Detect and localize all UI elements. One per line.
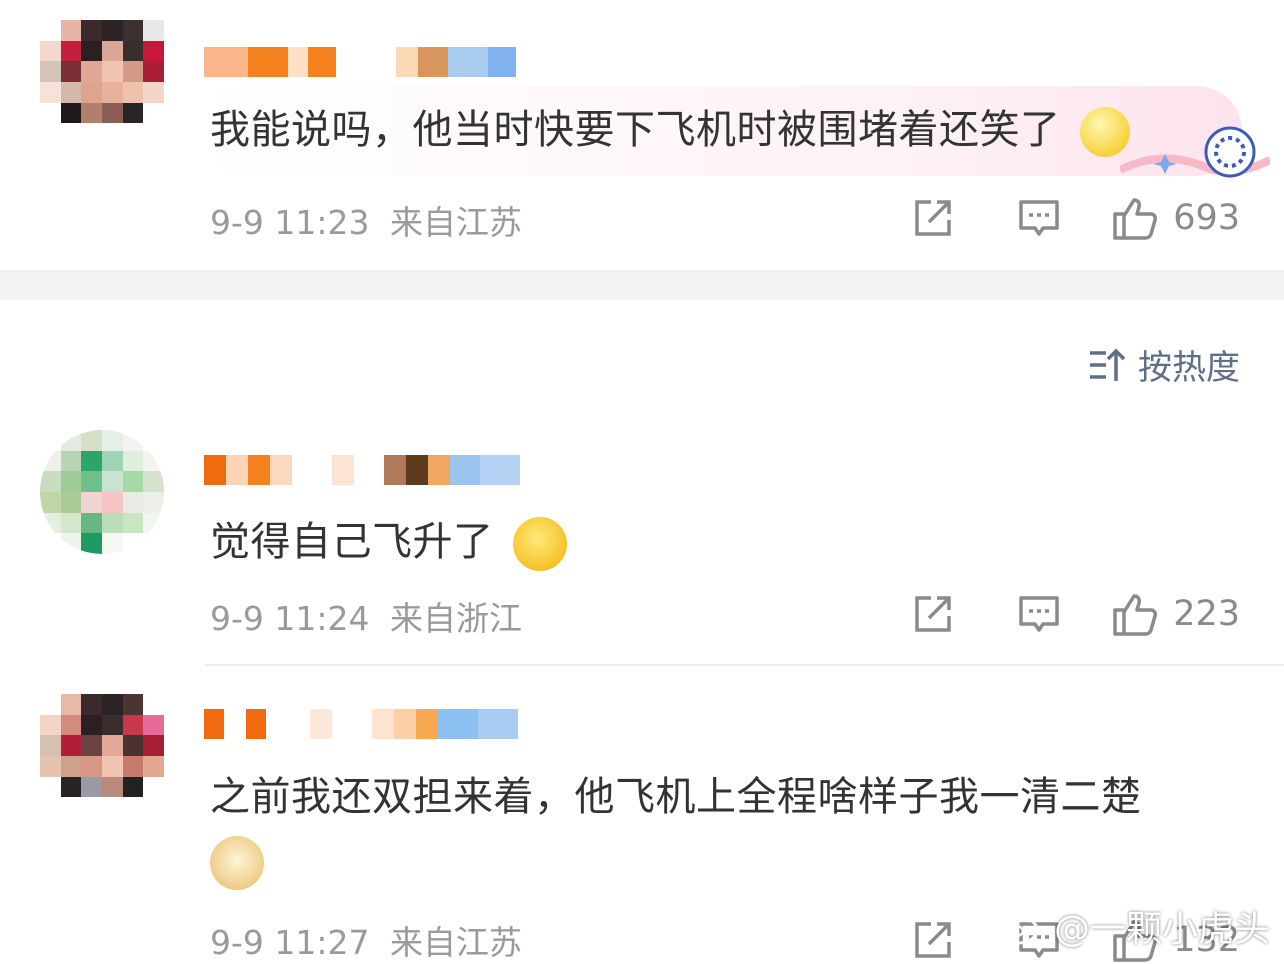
thumbs-up-icon (1113, 594, 1158, 636)
username-redacted[interactable] (204, 450, 520, 490)
share-icon[interactable] (911, 918, 955, 962)
thumbs-up-icon (1113, 198, 1158, 240)
comment-time: 9-9 11:24 (210, 599, 370, 638)
comment-text: 觉得自己飞升了 (210, 514, 567, 571)
bubble-decoration (1120, 126, 1270, 178)
section-divider (0, 270, 1284, 300)
like-count: 693 (1173, 198, 1240, 238)
comment-icon[interactable] (1017, 592, 1061, 636)
avatar[interactable] (40, 20, 164, 144)
comment-meta: 9-9 11:23 来自江苏 (210, 196, 522, 244)
sort-by-hot-button[interactable]: 按热度 (1088, 340, 1240, 389)
like-button[interactable]: 693 (1111, 194, 1240, 242)
avatar[interactable] (40, 694, 164, 818)
comment-location: 来自浙江 (390, 599, 522, 638)
share-icon[interactable] (911, 592, 955, 636)
sort-icon (1090, 348, 1126, 381)
like-count: 223 (1173, 594, 1240, 634)
comment-item: 觉得自己飞升了 9-9 11:24 来自浙江 223 (0, 420, 1284, 664)
comment-meta: 9-9 11:24 来自浙江 (210, 592, 522, 640)
blush-emoji-icon (1079, 107, 1130, 157)
comment-text-content: 觉得自己飞升了 (210, 519, 494, 565)
username-redacted[interactable] (204, 42, 516, 82)
comment-location: 来自江苏 (390, 203, 522, 242)
avatar[interactable] (40, 430, 164, 554)
comment-icon[interactable] (1017, 196, 1061, 240)
comment-item: 我能说吗，他当时快要下飞机时被围堵着还笑了 9-9 11:23 来自江苏 693 (0, 0, 1284, 270)
comment-actions: 693 (911, 194, 1240, 242)
comment-text-content: 之前我还双担来着，他飞机上全程啥样子我一清二楚 (210, 774, 1142, 820)
weibo-logo-icon (997, 908, 1044, 945)
doge-emoji-icon (210, 836, 264, 890)
like-button[interactable]: 223 (1111, 590, 1240, 638)
comment-text: 我能说吗，他当时快要下飞机时被围堵着还笑了 (210, 102, 1130, 158)
watermark-text: @一颗小虎头 (1053, 909, 1270, 950)
comment-actions: 223 (911, 590, 1240, 638)
happy-hug-emoji-icon (512, 517, 567, 571)
weibo-watermark: @一颗小虎头 (996, 900, 1270, 952)
share-icon[interactable] (911, 196, 955, 240)
sort-label: 按热度 (1138, 348, 1240, 388)
comment-text: 之前我还双担来着，他飞机上全程啥样子我一清二楚 (210, 766, 1250, 890)
comment-meta: 9-9 11:27 来自江苏 (210, 916, 522, 964)
comment-text-content: 我能说吗，他当时快要下飞机时被围堵着还笑了 (210, 107, 1061, 153)
comment-location: 来自江苏 (390, 923, 522, 962)
comment-time: 9-9 11:23 (210, 203, 370, 242)
comment-time: 9-9 11:27 (210, 923, 370, 962)
username-redacted[interactable] (204, 704, 518, 744)
